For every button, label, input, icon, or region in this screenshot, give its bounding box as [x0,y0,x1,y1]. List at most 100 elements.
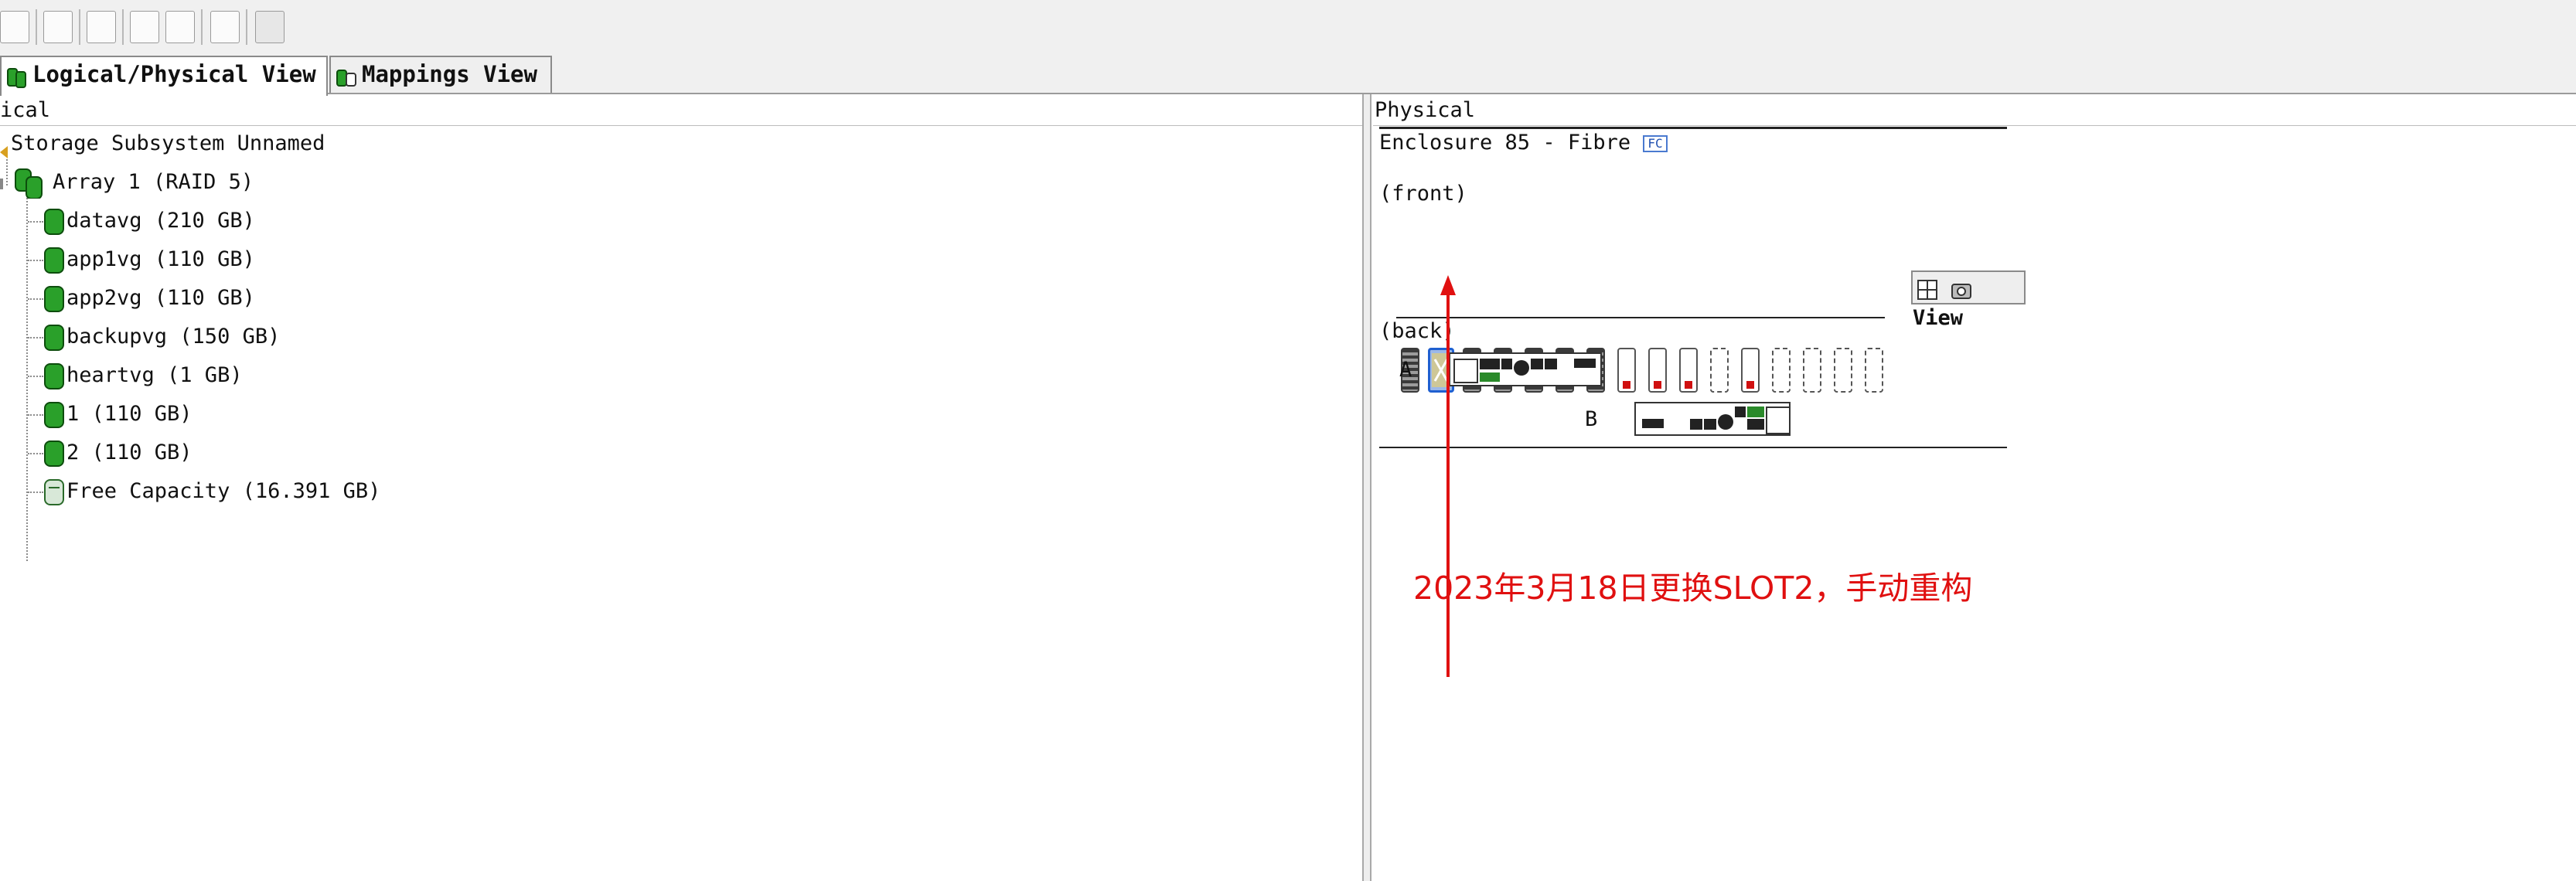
toolbar-separator [122,9,124,45]
drive-slot-14[interactable] [1803,348,1821,393]
physical-view: Enclosure 85 - Fibre FC (front) View (ba… [1373,127,2576,881]
enclosure-bottom-border [1379,447,2007,448]
tree-item-free-capacity[interactable]: Free Capacity (16.391 GB) [43,475,380,509]
toolbar-separator [201,9,203,45]
front-back-separator [1396,317,1885,318]
tab-label: Logical/Physical View [32,61,316,87]
status-led-icon [1480,372,1500,382]
toolbar-separator [79,9,80,45]
controller-port-icon [1704,419,1716,430]
physical-header-label: Physical [1375,98,1476,122]
annotation-text: 2023年3月18日更换SLOT2，手动重构 [1413,570,1973,607]
controller-a[interactable] [1449,352,1602,386]
phone-icon[interactable] [130,11,159,43]
tab-bar: Logical/Physical View Mappings View [0,56,2576,96]
volume-icon [43,208,66,236]
tree-connector [28,414,43,416]
drive-slot-15[interactable] [1834,348,1852,393]
controller-b-label: B [1585,407,1598,431]
list-icon[interactable] [87,11,116,43]
free-capacity-icon [43,478,66,506]
tree-item-label: app1vg (110 GB) [66,247,255,271]
logical-header-label: ical [0,98,51,122]
tree-connector [28,492,43,493]
volume-icon [43,440,66,468]
view-button[interactable]: View [1911,270,2026,330]
tree-item-volume[interactable]: 1 (110 GB) [43,397,193,431]
volume-icon [43,362,66,390]
controller-port-icon [1574,359,1596,368]
controller-port-icon [1642,419,1664,428]
drive-slot-16[interactable] [1865,348,1883,393]
tree-item-label: backupvg (150 GB) [66,325,281,349]
logical-tree: Storage Subsystem Unnamed Array 1 (RAID … [0,127,1361,881]
controller-port-icon [1531,359,1543,369]
tree-item-array[interactable]: Array 1 (RAID 5) [0,165,254,199]
tree-item-volume[interactable]: 2 (110 GB) [43,436,193,470]
tree-connector [28,376,43,377]
tree-item-label: Free Capacity (16.391 GB) [66,479,381,503]
mappings-icon [336,64,357,87]
tree-item-volume[interactable]: backupvg (150 GB) [43,320,280,354]
array-icon [0,168,53,199]
tree-item-volume[interactable]: app1vg (110 GB) [43,243,255,277]
tree-item-label: 2 (110 GB) [66,440,193,464]
controller-port-icon [1501,359,1512,369]
toolbar [0,0,2576,56]
split-pane-divider[interactable] [1362,94,1371,881]
tree-connector [28,453,43,454]
tree-item-volume[interactable]: heartvg (1 GB) [43,359,243,393]
tree-item-volume[interactable]: datavg (210 GB) [43,204,255,238]
tree-item-subsystem[interactable]: Storage Subsystem Unnamed [0,127,325,161]
tree-item-label: 1 (110 GB) [66,402,193,426]
controller-port-icon [1766,406,1791,434]
volume-icon [43,247,66,274]
enclosure-view-icon [1917,278,1937,300]
tree-connector [26,182,28,561]
controller-port-icon [1747,419,1764,430]
logical-pane-header: ical [0,96,1362,126]
subsystem-icon [0,137,11,158]
stopwatch-icon[interactable] [43,11,73,43]
drive-slot-13[interactable] [1772,348,1791,393]
drive-slot-10[interactable] [1679,348,1698,393]
volume-icon [43,285,66,313]
tree-item-label: app2vg (110 GB) [66,286,255,310]
annotation-arrow [1440,275,1456,677]
volume-icon [43,324,66,352]
toolbar-separator [36,9,37,45]
tree-connector [28,260,43,261]
physical-pane-header: Physical [1373,96,2576,126]
toolbar-separator [246,9,247,45]
view-button-label: View [1913,306,1964,330]
controller-b[interactable] [1634,402,1791,436]
controller-a-label: A [1399,358,1412,382]
bell-icon[interactable] [165,11,195,43]
drive-slot-12[interactable] [1741,348,1760,393]
tab-logical-physical-view[interactable]: Logical/Physical View [0,56,328,96]
camera-icon [1951,278,1972,299]
fan-icon [1718,414,1733,430]
storage-icon [6,64,28,88]
drive-slot-8[interactable] [1617,348,1636,393]
controller-port-icon [1480,359,1500,369]
controller-port-icon [1735,406,1746,417]
tab-label: Mappings View [362,61,537,87]
tree-item-label: Storage Subsystem Unnamed [11,131,325,155]
heart-icon[interactable] [255,11,285,43]
drive-slot-9[interactable] [1648,348,1667,393]
document-stack-icon[interactable] [210,11,240,43]
tree-item-label: Array 1 (RAID 5) [53,170,254,194]
status-led-icon [1747,406,1764,417]
tree-connector [28,298,43,300]
tree-item-label: datavg (210 GB) [66,209,255,233]
book-icon[interactable] [0,11,29,43]
tree-item-volume[interactable]: app2vg (110 GB) [43,281,255,315]
tree-item-label: heartvg (1 GB) [66,363,243,387]
tree-connector [28,337,43,338]
controller-port-icon [1690,419,1702,430]
drive-slot-11[interactable] [1710,348,1729,393]
tree-connector [28,221,43,223]
fan-icon [1514,360,1529,376]
tab-mappings-view[interactable]: Mappings View [329,56,552,93]
